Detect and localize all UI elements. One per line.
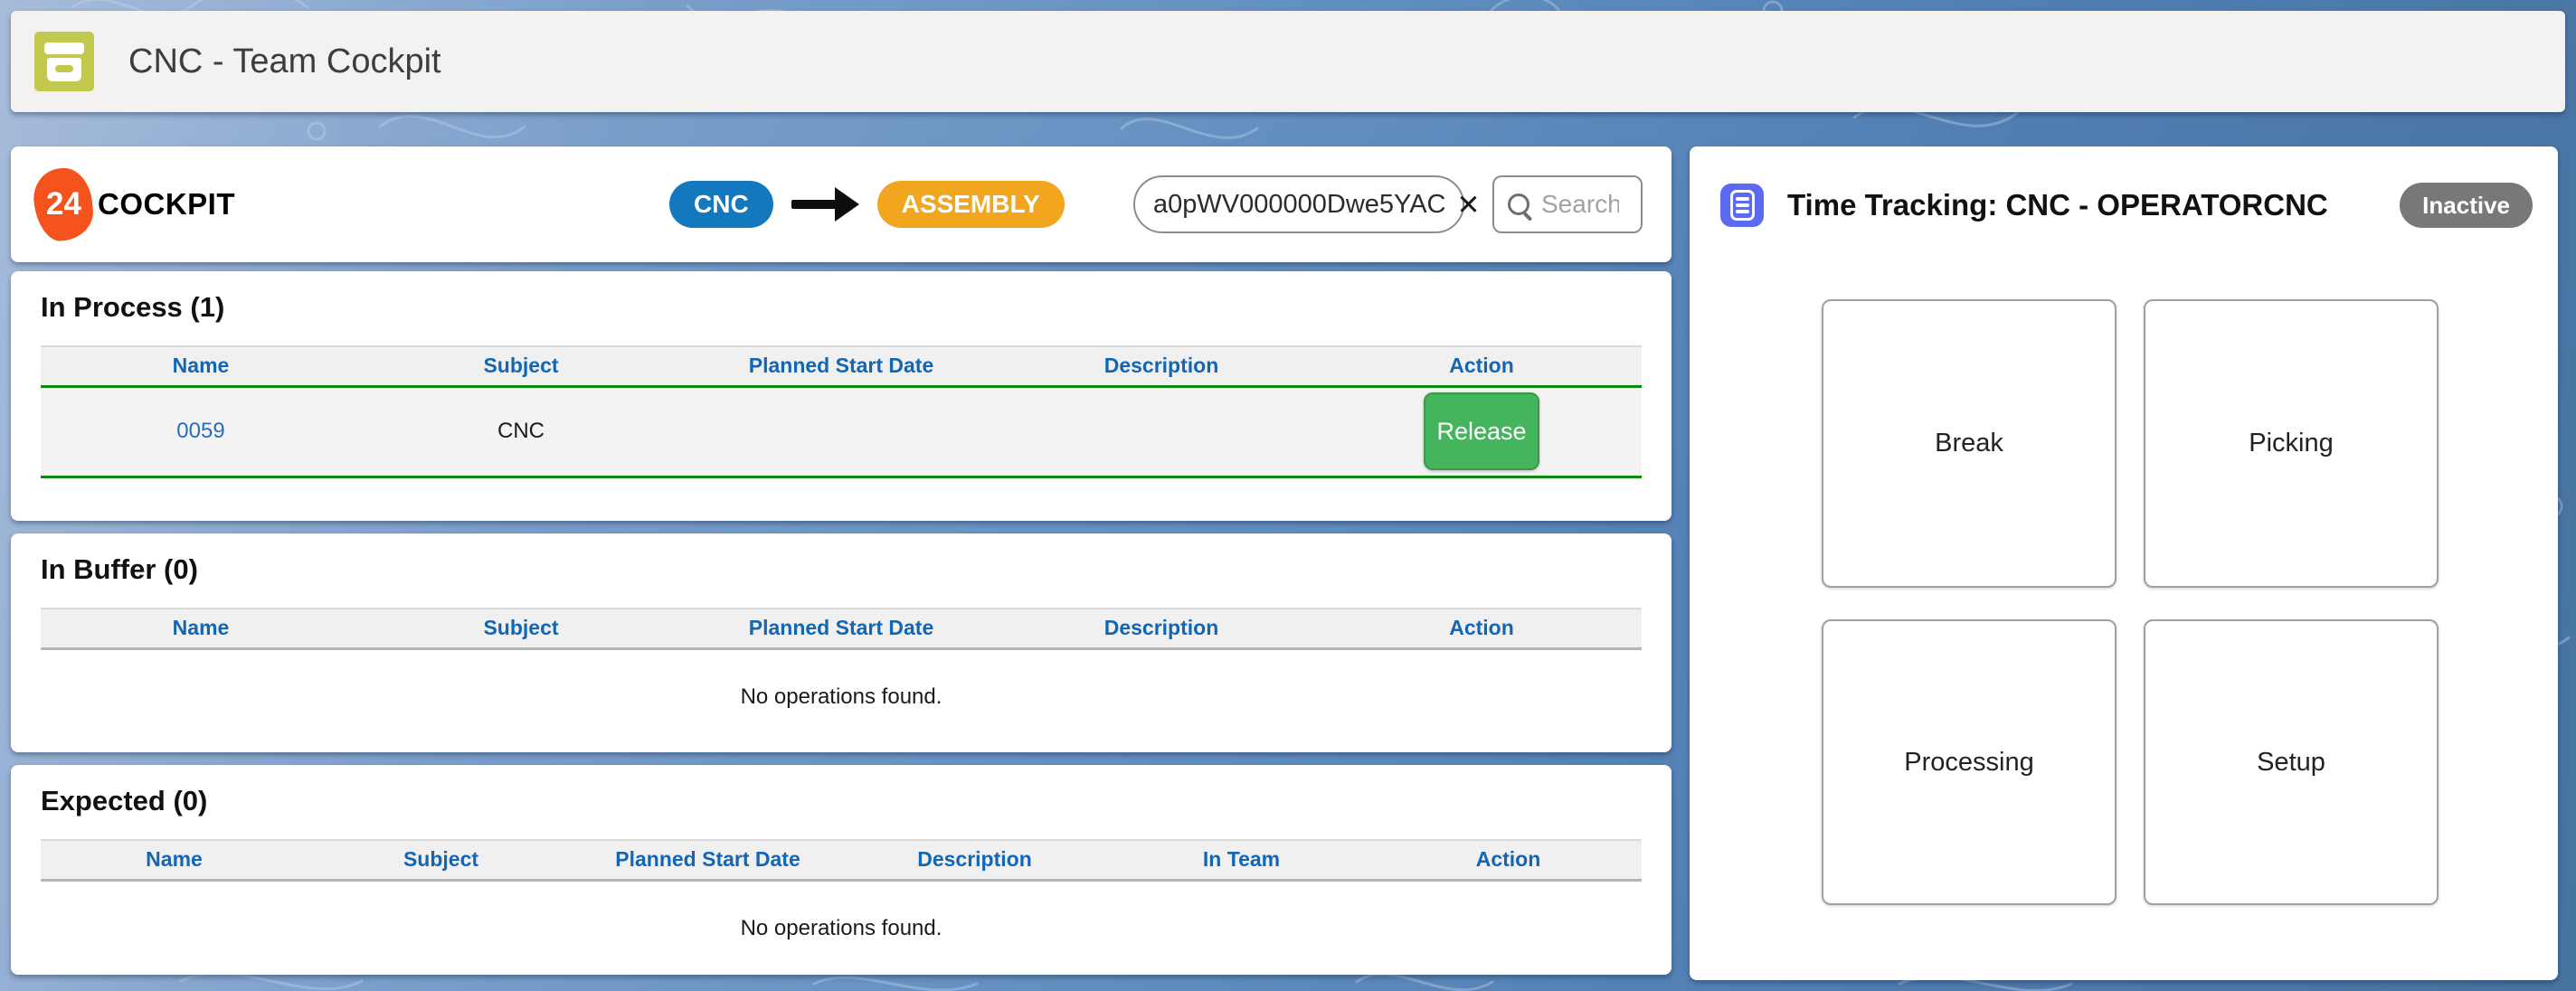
logo-text: COCKPIT	[98, 187, 235, 222]
cockpit-logo-blob-icon: 24	[31, 165, 96, 243]
column-header-description: Description	[1001, 609, 1321, 648]
operation-row: 0059 CNC Release	[41, 386, 1642, 477]
cell-description	[1001, 386, 1321, 477]
search-input[interactable]	[1541, 190, 1619, 219]
time-tracking-title: Time Tracking: CNC - OPERATORCNC	[1787, 188, 2328, 222]
time-tracking-header: Time Tracking: CNC - OPERATORCNC Inactiv…	[1690, 146, 2558, 228]
empty-message: No operations found.	[11, 684, 1672, 710]
column-header-planned-start-date: Planned Start Date	[681, 346, 1001, 386]
processing-button[interactable]: Processing	[1822, 619, 2117, 905]
cockpit-logo: 24 COCKPIT	[34, 146, 235, 262]
cell-subject: CNC	[361, 386, 681, 477]
column-header-name: Name	[41, 840, 308, 880]
setup-button[interactable]: Setup	[2144, 619, 2439, 905]
in-process-table: Name Subject Planned Start Date Descript…	[41, 345, 1642, 478]
search-icon	[1508, 193, 1530, 215]
team-flow: CNC ASSEMBLY	[669, 146, 1065, 262]
column-header-action: Action	[1375, 840, 1642, 880]
clear-icon[interactable]: ✕	[1457, 191, 1481, 219]
expected-table: Name Subject Planned Start Date Descript…	[41, 839, 1642, 882]
picking-button[interactable]: Picking	[2144, 299, 2439, 588]
team-cnc-button[interactable]: CNC	[669, 181, 773, 228]
column-header-subject: Subject	[361, 346, 681, 386]
column-header-action: Action	[1321, 346, 1642, 386]
section-in-buffer: In Buffer (0) Name Subject Planned Start…	[11, 533, 1672, 752]
team-assembly-button[interactable]: ASSEMBLY	[877, 181, 1065, 228]
scanned-id-value: a0pWV000000Dwe5YAC	[1153, 190, 1446, 220]
empty-message: No operations found.	[11, 916, 1672, 941]
scanned-id-chip: a0pWV000000Dwe5YAC ✕	[1133, 175, 1464, 233]
column-header-action: Action	[1321, 609, 1642, 648]
search-box	[1492, 175, 1643, 233]
operation-link[interactable]: 0059	[176, 419, 224, 443]
in-buffer-table: Name Subject Planned Start Date Descript…	[41, 608, 1642, 650]
section-expected: Expected (0) Name Subject Planned Start …	[11, 765, 1672, 975]
break-button[interactable]: Break	[1822, 299, 2117, 588]
time-tracking-doc-icon	[1720, 184, 1764, 227]
column-header-name: Name	[41, 609, 361, 648]
cell-planned-start-date	[681, 386, 1001, 477]
time-tracking-panel: Time Tracking: CNC - OPERATORCNC Inactiv…	[1690, 146, 2558, 980]
section-in-process: In Process (1) Name Subject Planned Star…	[11, 271, 1672, 521]
table-header-row: Name Subject Planned Start Date Descript…	[41, 840, 1642, 880]
section-title: Expected (0)	[41, 785, 1672, 817]
column-header-subject: Subject	[308, 840, 574, 880]
release-button[interactable]: Release	[1424, 392, 1539, 470]
section-title: In Process (1)	[41, 291, 1672, 324]
cell-action: Release	[1321, 386, 1642, 477]
column-header-name: Name	[41, 346, 361, 386]
cell-name: 0059	[41, 386, 361, 477]
column-header-planned-start-date: Planned Start Date	[574, 840, 841, 880]
logo-number: 24	[46, 186, 81, 222]
table-header-row: Name Subject Planned Start Date Descript…	[41, 346, 1642, 386]
section-title: In Buffer (0)	[41, 553, 1672, 586]
table-header-row: Name Subject Planned Start Date Descript…	[41, 609, 1642, 648]
cockpit-toolbar: 24 COCKPIT CNC ASSEMBLY a0pWV000000Dwe5Y…	[11, 146, 1672, 262]
column-header-description: Description	[1001, 346, 1321, 386]
time-tracking-button-grid: Break Picking Processing Setup	[1822, 299, 2439, 905]
column-header-subject: Subject	[361, 609, 681, 648]
column-header-description: Description	[841, 840, 1108, 880]
column-header-planned-start-date: Planned Start Date	[681, 609, 1001, 648]
arrow-right-icon	[791, 187, 859, 222]
app-archive-icon	[34, 32, 94, 91]
page-title-bar: CNC - Team Cockpit	[11, 11, 2565, 112]
status-badge: Inactive	[2400, 183, 2533, 228]
page-title: CNC - Team Cockpit	[128, 42, 441, 81]
column-header-in-team: In Team	[1108, 840, 1375, 880]
